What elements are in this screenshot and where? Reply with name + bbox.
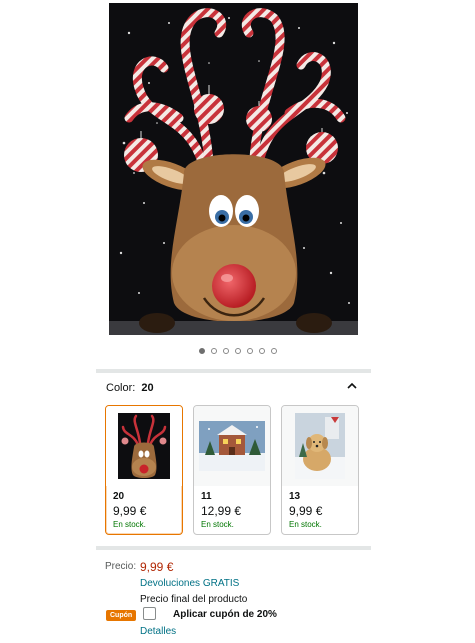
reindeer-thumbnail <box>118 413 170 479</box>
swatch-stock: En stock. <box>201 520 234 529</box>
section-divider <box>96 369 371 373</box>
final-price-note: Precio final del producto <box>140 594 248 605</box>
carousel-dot[interactable] <box>234 348 241 354</box>
carousel-dot[interactable] <box>198 348 205 354</box>
reindeer-painting <box>109 3 358 335</box>
color-selector-header[interactable]: Color: 20 <box>106 382 361 394</box>
swatch-name: 20 <box>113 491 125 502</box>
swatch-price: 12,99 € <box>201 504 242 518</box>
carousel-dot[interactable] <box>222 348 229 354</box>
chevron-up-icon[interactable] <box>345 379 359 393</box>
color-swatch[interactable]: 11 12,99 € En stock. <box>193 405 271 535</box>
swatch-stock: En stock. <box>289 520 322 529</box>
carousel-dot[interactable] <box>258 348 265 354</box>
carousel-dot[interactable] <box>270 348 277 354</box>
product-main-image[interactable] <box>109 3 358 335</box>
swatch-stock: En stock. <box>113 520 146 529</box>
coupon-checkbox[interactable] <box>143 607 156 620</box>
color-value: 20 <box>141 382 154 394</box>
swatch-image <box>106 406 182 486</box>
color-swatch[interactable]: 20 9,99 € En stock. <box>105 405 183 535</box>
price-value: 9,99 € <box>140 560 174 574</box>
carousel-dot[interactable] <box>210 348 217 354</box>
coupon-details-link[interactable]: Detalles <box>140 626 176 637</box>
swatch-price: 9,99 € <box>113 504 147 518</box>
coupon-text: Aplicar cupón de 20% <box>173 609 277 620</box>
free-returns-link[interactable]: Devoluciones GRATIS <box>140 578 239 589</box>
winter-house-thumbnail <box>199 421 265 471</box>
color-label: Color: <box>106 382 136 394</box>
price-label: Precio: <box>105 561 137 572</box>
coupon-badge: Cupón <box>106 610 137 621</box>
carousel-dot[interactable] <box>246 348 253 354</box>
swatch-name: 13 <box>289 491 301 502</box>
swatch-price: 9,99 € <box>289 504 323 518</box>
dog-winter-thumbnail <box>295 413 345 479</box>
color-swatch-list: 20 9,99 € En stock. 11 12,99 € En stock. <box>105 405 359 535</box>
swatch-image <box>282 406 358 486</box>
color-swatch[interactable]: 13 9,99 € En stock. <box>281 405 359 535</box>
swatch-name: 11 <box>201 491 212 502</box>
swatch-image <box>194 406 270 486</box>
section-divider <box>96 546 371 550</box>
carousel-dots <box>0 348 475 354</box>
